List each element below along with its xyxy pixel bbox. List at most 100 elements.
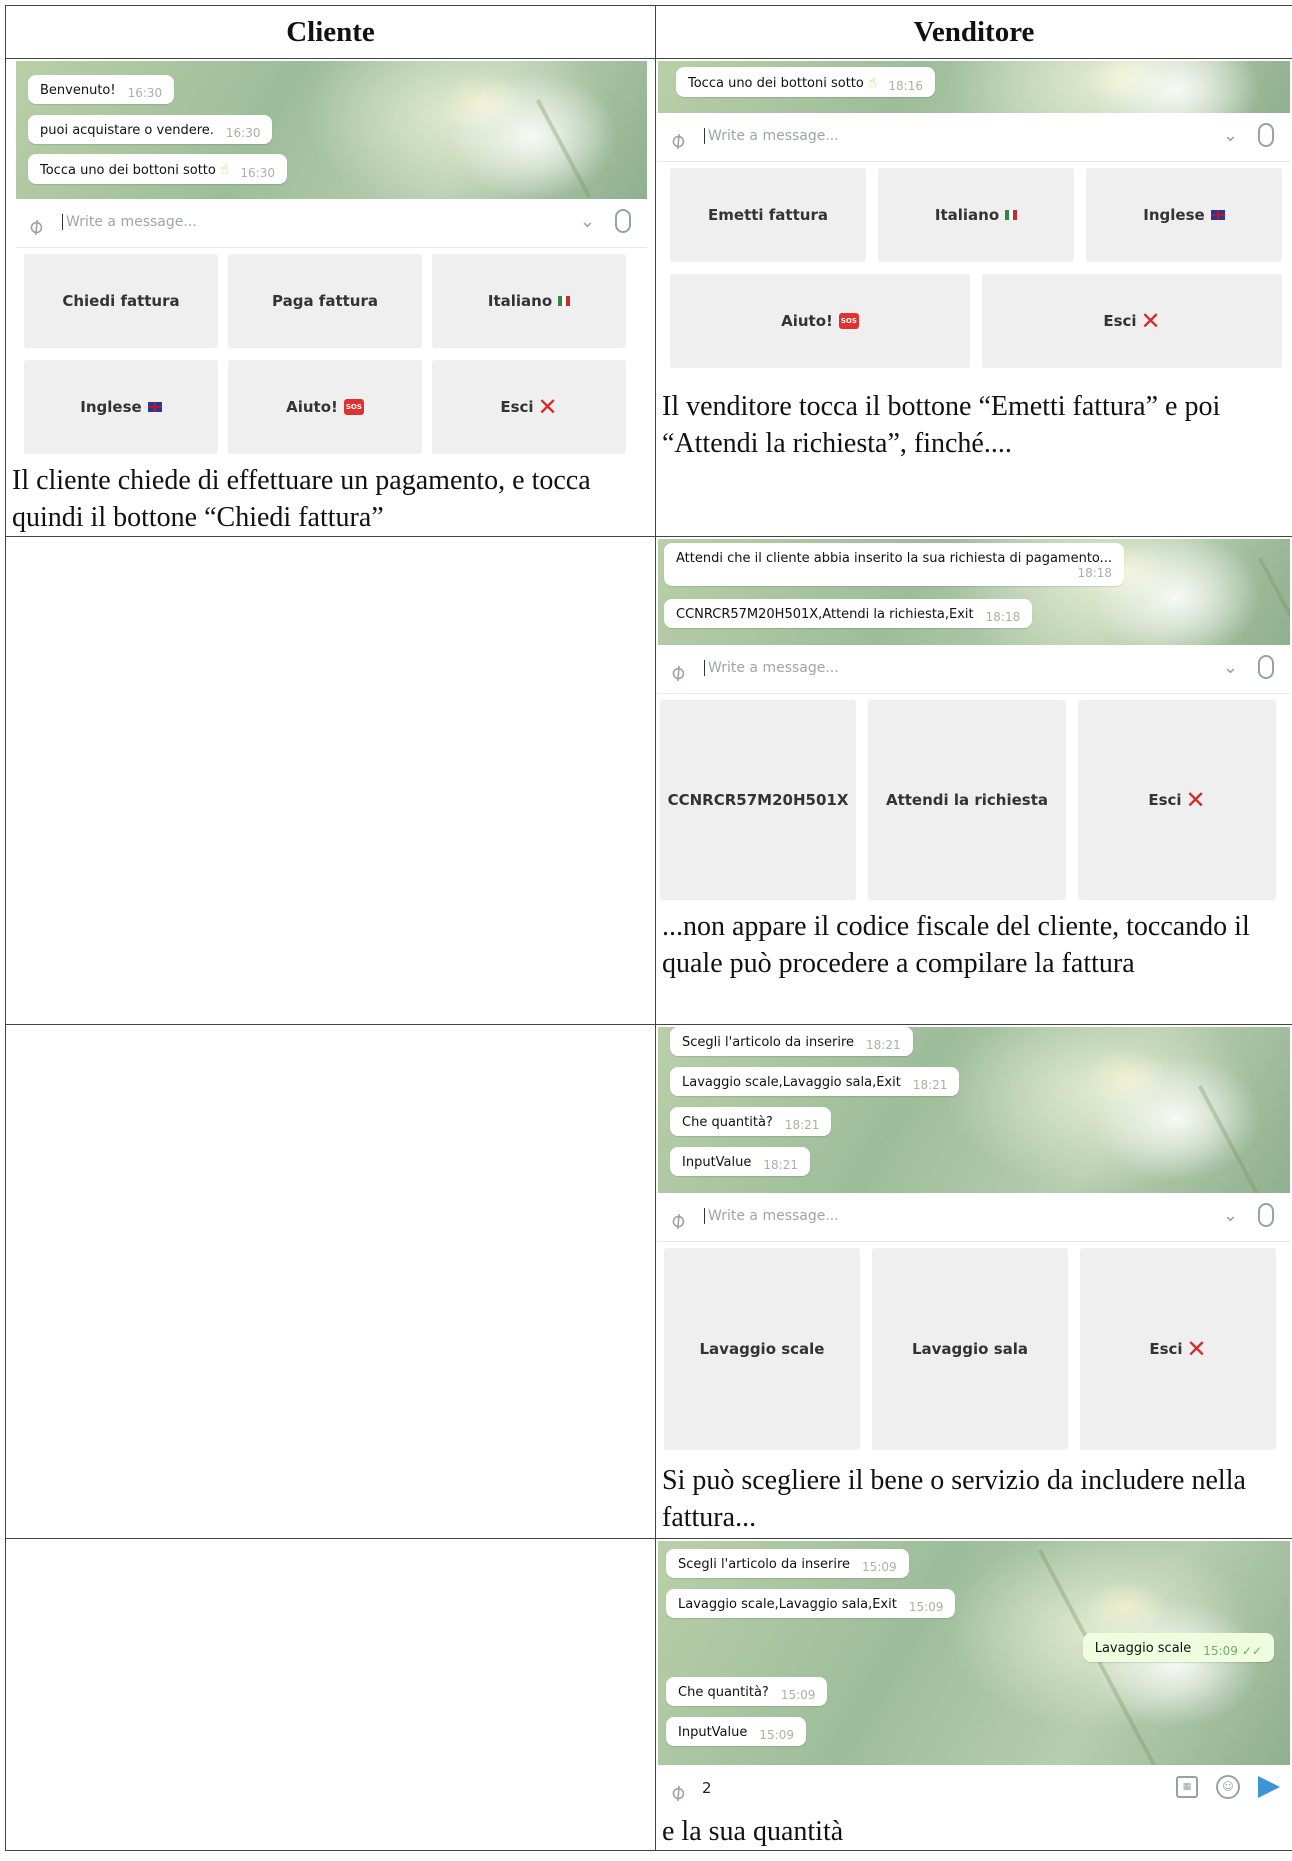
message-input[interactable]: 2 [702,1779,712,1797]
row2-cliente-cell [5,536,656,1025]
key-esci[interactable]: Esci ✕ [1078,700,1276,900]
key-codice-fiscale[interactable]: CCNRCR57M20H501X [660,700,856,900]
row3-cliente-cell [5,1024,656,1539]
chat-bubble: InputValue 15:09 [666,1717,806,1746]
attach-icon[interactable]: ⌀ [665,651,702,688]
key-esci[interactable]: Esci ✕ [432,360,626,454]
key-esci[interactable]: Esci ✕ [1080,1248,1276,1450]
chat-bubble: Scegli l'articolo da inserire 15:09 [666,1549,909,1578]
chat-bubble: Che quantità? 18:21 [670,1107,832,1136]
chat-background: Scegli l'articolo da inserire 15:09 Lavag… [658,1541,1290,1765]
emoji-icon[interactable]: ☺ [1216,1775,1240,1799]
message-input[interactable]: Write a message... [704,660,839,676]
microphone-icon[interactable] [1258,123,1274,147]
close-icon: ✕ [1185,786,1206,814]
close-icon: ✕ [1140,307,1161,335]
chat-bubble: Che quantità? 15:09 [666,1677,828,1706]
seller-screenshot-3: Scegli l'articolo da inserire 18:21 Lavag… [658,1027,1290,1462]
row4-cliente-cell [5,1538,656,1851]
close-icon: ✕ [1186,1335,1207,1363]
keyboard-icon[interactable]: ▦ [1176,1776,1198,1798]
microphone-icon[interactable] [1258,655,1274,679]
caption-venditore-3: Si può scegliere il bene o servizio da i… [662,1465,1246,1533]
chat-bubble: puoi acquistare o vendere. 16:30 [28,115,273,144]
key-inglese[interactable]: Inglese [24,360,218,454]
row1-venditore-cell: Tocca uno dei bottoni sotto ☝ 18:16 ⌀ Writ… [655,58,1292,537]
chat-bubble: Lavaggio scale,Lavaggio sala,Exit 18:21 [670,1067,960,1096]
message-input-bar[interactable]: ⌀ Write a message... ⌄ [16,199,647,248]
message-input[interactable]: Write a message... [62,214,197,230]
sos-icon: SOS [343,399,364,415]
key-paga-fattura[interactable]: Paga fattura [228,254,422,348]
uk-flag-icon [147,402,162,412]
bot-keyboard: Chiedi fattura Paga fattura Italiano Ing… [16,248,647,462]
key-italiano[interactable]: Italiano [432,254,626,348]
row3-venditore-cell: Scegli l'articolo da inserire 18:21 Lavag… [655,1024,1292,1539]
caption-venditore-2: ...non appare il codice fiscale del clie… [662,911,1250,979]
caption-venditore-1: Il venditore tocca il bottone “Emetti fa… [662,391,1221,459]
chat-background: Attendi che il cliente abbia inserito la… [658,539,1290,645]
attach-icon[interactable]: ⌀ [665,1199,702,1236]
chat-bubble: InputValue 18:21 [670,1147,810,1176]
message-input-bar[interactable]: ⌀ Write a message... ⌄ [658,645,1290,694]
pointing-hand-icon: ☝ [219,162,229,178]
chat-bubble-outgoing: Lavaggio scale 15:09 ✓✓ [1082,1633,1274,1662]
message-input[interactable]: Write a message... [704,1208,839,1224]
key-lavaggio-sala[interactable]: Lavaggio sala [872,1248,1068,1450]
key-inglese[interactable]: Inglese [1086,168,1282,262]
pointing-hand-icon: ☝ [867,75,877,91]
seller-screenshot-4: Scegli l'articolo da inserire 15:09 Lavag… [658,1541,1290,1813]
seller-screenshot-2: Attendi che il cliente abbia inserito la… [658,539,1290,908]
chevron-down-icon[interactable]: ⌄ [1223,1205,1238,1226]
chat-bubble: Lavaggio scale,Lavaggio sala,Exit 15:09 [666,1589,956,1618]
header-venditore: Venditore [655,5,1292,59]
key-attendi-richiesta[interactable]: Attendi la richiesta [868,700,1066,900]
caption-cliente-1: Il cliente chiede di effettuare un pagam… [12,465,591,533]
chat-background: Benvenuto! 16:30 puoi acquistare o vender… [16,61,647,199]
row1-cliente-cell: Benvenuto! 16:30 puoi acquistare o vender… [5,58,656,537]
key-italiano[interactable]: Italiano [878,168,1074,262]
double-check-icon: ✓✓ [1241,1644,1262,1658]
key-esci[interactable]: Esci ✕ [982,274,1282,368]
chevron-down-icon[interactable]: ⌄ [580,211,595,232]
attach-icon[interactable]: ⌀ [23,205,60,242]
chat-background: Tocca uno dei bottoni sotto ☝ 18:16 [658,61,1290,113]
uk-flag-icon [1210,210,1225,220]
row2-venditore-cell: Attendi che il cliente abbia inserito la… [655,536,1292,1025]
chat-bubble: Tocca uno dei bottoni sotto ☝ 16:30 [28,154,287,184]
caption-venditore-4: e la sua quantità [662,1816,844,1847]
chat-bubble: Tocca uno dei bottoni sotto ☝ 18:16 [676,67,935,97]
client-screenshot: Benvenuto! 16:30 puoi acquistare o vender… [8,61,653,462]
message-input-bar[interactable]: ⌀ 2 ▦ ☺ [658,1765,1290,1813]
bot-keyboard: Emetti fattura Italiano Inglese Aiuto! SO… [658,162,1290,388]
chat-background: Scegli l'articolo da inserire 18:21 Lavag… [658,1027,1290,1193]
seller-screenshot-1: Tocca uno dei bottoni sotto ☝ 18:16 ⌀ Writ… [658,61,1290,388]
header-cliente: Cliente [5,5,656,59]
key-emetti-fattura[interactable]: Emetti fattura [670,168,866,262]
bot-keyboard: Lavaggio scale Lavaggio sala Esci ✕ [658,1242,1290,1462]
message-input[interactable]: Write a message... [704,128,839,144]
italy-flag-icon [1005,210,1018,220]
italy-flag-icon [558,296,571,306]
row4-venditore-cell: Scegli l'articolo da inserire 15:09 Lavag… [655,1538,1292,1851]
chevron-down-icon[interactable]: ⌄ [1223,657,1238,678]
attach-icon[interactable]: ⌀ [665,1771,702,1808]
chevron-down-icon[interactable]: ⌄ [1223,125,1238,146]
chat-bubble: Scegli l'articolo da inserire 18:21 [670,1027,913,1056]
bot-keyboard: CCNRCR57M20H501X Attendi la richiesta Es… [658,694,1290,908]
chat-bubble: Attendi che il cliente abbia inserito la… [664,543,1125,586]
message-input-bar[interactable]: ⌀ Write a message... ⌄ [658,1193,1290,1242]
close-icon: ✕ [537,393,558,421]
send-icon[interactable] [1258,1776,1280,1798]
microphone-icon[interactable] [615,209,631,233]
key-aiuto[interactable]: Aiuto! SOS [228,360,422,454]
microphone-icon[interactable] [1258,1203,1274,1227]
key-chiedi-fattura[interactable]: Chiedi fattura [24,254,218,348]
document-table: Cliente Venditore Benvenuto! 16:30 puoi a… [5,5,1292,1851]
chat-bubble: Benvenuto! 16:30 [28,75,175,104]
chat-bubble: CCNRCR57M20H501X,Attendi la richiesta,Ex… [664,599,1033,628]
message-input-bar[interactable]: ⌀ Write a message... ⌄ [658,113,1290,162]
key-aiuto[interactable]: Aiuto! SOS [670,274,970,368]
attach-icon[interactable]: ⌀ [665,119,702,156]
key-lavaggio-scale[interactable]: Lavaggio scale [664,1248,860,1450]
